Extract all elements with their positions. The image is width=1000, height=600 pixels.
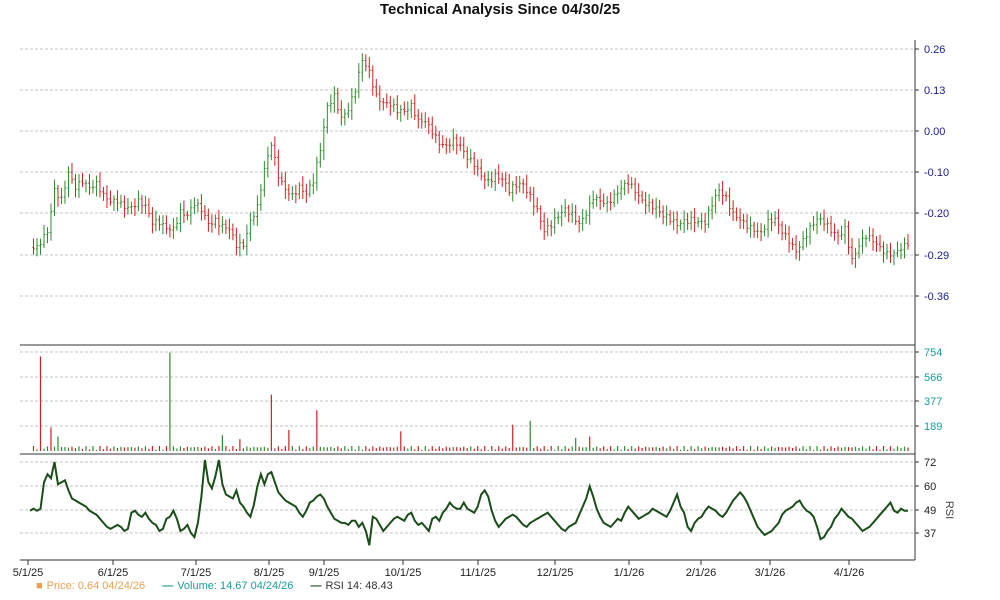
grid-layer [20,48,915,534]
rsi-panel [29,459,908,546]
x-tick-label: 11/1/25 [460,567,496,579]
x-tick-label: 2/1/26 [686,567,717,579]
price-tick-label: -0.36 [924,291,949,303]
volume-tick-label: 189 [924,421,942,433]
x-tick-label: 12/1/25 [537,567,574,579]
price-tick-label: -0.10 [924,167,949,179]
rsi-swatch-icon: — [310,580,322,592]
x-tick-label: 1/1/26 [614,567,645,579]
rsi-tick-label: 72 [924,457,936,469]
volume-panel [32,352,909,451]
price-swatch-icon: ■ [36,580,43,592]
volume-tick-label: 377 [924,396,942,408]
legend-price-text: Price: 0.64 04/24/26 [46,580,146,592]
price-panel [32,53,910,269]
rsi-line [29,459,908,546]
x-tick-label: 4/1/26 [834,567,865,579]
legend-volume: — Volume: 14.67 04/24/26 [162,580,293,592]
x-tick-label: 3/1/26 [755,567,786,579]
rsi-axis-label: RSI [943,501,955,519]
legend: ■ Price: 0.64 04/24/26 — Volume: 14.67 04/… [36,580,407,594]
price-tick-label: 0.00 [924,126,945,138]
rsi-tick-label: 37 [924,528,936,540]
x-tick-label: 5/1/25 [13,567,44,579]
axis-layer: 0.26 0.13 0.00 -0.10 -0.20 -0.29 -0.36 754 566 37… [13,40,955,579]
volume-tick-label: 754 [924,347,942,359]
volume-tick-label: 566 [924,372,942,384]
price-tick-label: -0.20 [924,208,949,220]
legend-price: ■ Price: 0.64 04/24/26 [36,580,145,592]
chart-svg: 0.26 0.13 0.00 -0.10 -0.20 -0.29 -0.36 754 566 37… [13,40,955,579]
price-tick-label: -0.29 [924,250,949,262]
x-tick-label: 6/1/25 [98,567,129,579]
legend-rsi: — RSI 14: 48.43 [310,580,392,592]
legend-volume-text: Volume: 14.67 04/24/26 [177,580,294,592]
legend-rsi-text: RSI 14: 48.43 [325,580,393,592]
rsi-tick-label: 49 [924,505,936,517]
price-tick-label: 0.26 [924,44,945,56]
x-tick-label: 9/1/25 [309,567,340,579]
rsi-tick-label: 60 [924,481,936,493]
x-tick-label: 10/1/25 [385,567,422,579]
price-tick-label: 0.13 [924,85,945,97]
x-tick-label: 7/1/25 [181,567,212,579]
x-tick-label: 8/1/25 [254,567,285,579]
volume-swatch-icon: — [162,580,174,592]
